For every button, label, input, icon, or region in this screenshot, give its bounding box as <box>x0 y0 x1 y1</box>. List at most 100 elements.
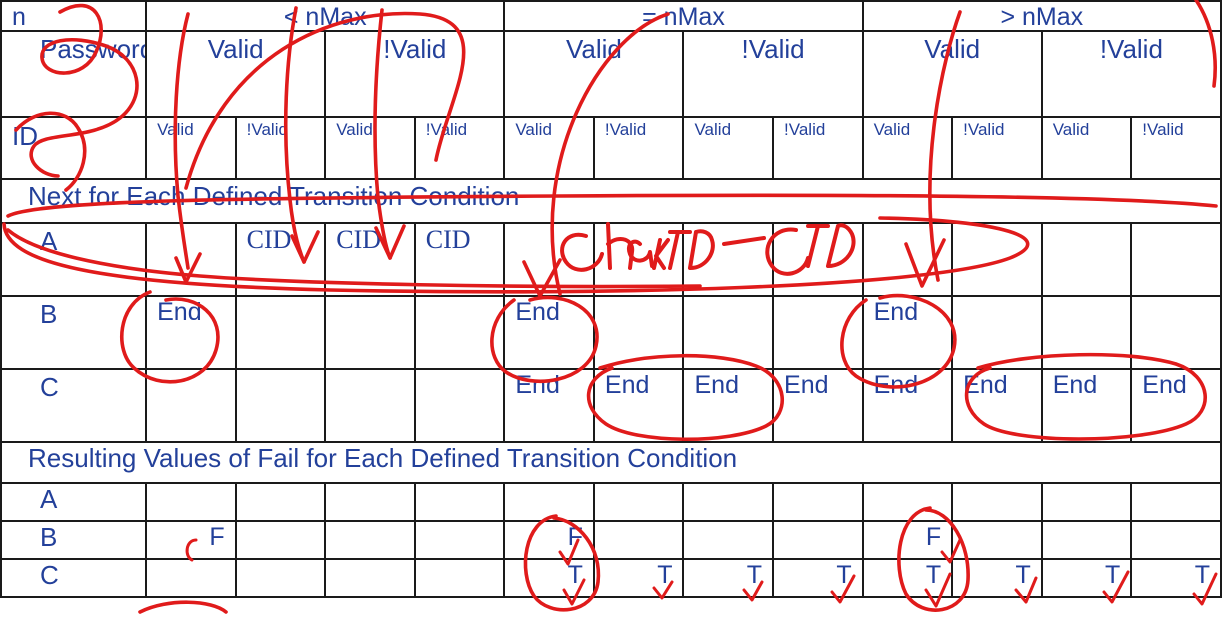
section2-title-cell: Resulting Values of Fail for Each Define… <box>0 441 1222 484</box>
s2-c-c1 <box>145 558 237 598</box>
table-row: A <box>0 482 1222 522</box>
s1-a-c5 <box>503 222 595 297</box>
id-col-4: !Valid <box>413 116 506 180</box>
pw-group-6: !Valid <box>1040 30 1222 118</box>
s2-a-c2 <box>234 482 327 522</box>
table-row: C End End End End End End End End <box>0 368 1222 443</box>
s2-a-c9 <box>861 482 954 522</box>
s1-a-c3: CID <box>324 222 416 297</box>
s2-b-c5: F <box>503 520 595 560</box>
s2-b-c12 <box>1130 520 1222 560</box>
s1-b-c12 <box>1130 295 1222 370</box>
id-col-5: Valid <box>503 116 595 180</box>
row-label-b-fail: B <box>0 520 148 560</box>
id-col-7: Valid <box>682 116 775 180</box>
s1-a-c4: CID <box>413 222 506 297</box>
s1-a-c10 <box>951 222 1043 297</box>
s1-c-c5: End <box>503 368 595 443</box>
id-col-3: Valid <box>324 116 416 180</box>
table-row: B End End End <box>0 295 1222 370</box>
s1-b-c6 <box>592 295 685 370</box>
row-label-a-next: A <box>0 222 148 297</box>
s2-c-c6: T <box>592 558 685 598</box>
s1-c-c3 <box>324 368 416 443</box>
s1-b-c10 <box>951 295 1043 370</box>
s2-b-c2 <box>234 520 327 560</box>
s2-c-c4 <box>413 558 506 598</box>
s2-b-c10 <box>951 520 1043 560</box>
s2-c-c5: T <box>503 558 595 598</box>
id-col-6: !Valid <box>592 116 685 180</box>
table-row: A CID CID CID <box>0 222 1222 297</box>
s1-a-c7 <box>682 222 775 297</box>
s2-c-c7: T <box>682 558 775 598</box>
row-label-c-next: C <box>0 368 148 443</box>
table-row: C T T T T T T T T <box>0 558 1222 598</box>
s2-a-c3 <box>324 482 416 522</box>
s1-c-c1 <box>145 368 237 443</box>
s1-c-c4 <box>413 368 506 443</box>
s2-b-c3 <box>324 520 416 560</box>
s1-c-c6: End <box>592 368 685 443</box>
s1-a-c11 <box>1040 222 1133 297</box>
s2-b-c6 <box>592 520 685 560</box>
header-row-password: Password Valid !Valid Valid !Valid Valid <box>0 30 1222 118</box>
s1-b-c8 <box>772 295 864 370</box>
s2-c-c2 <box>234 558 327 598</box>
id-col-11: Valid <box>1040 116 1133 180</box>
s1-c-c9: End <box>861 368 954 443</box>
s2-a-c11 <box>1040 482 1133 522</box>
s1-a-c2: CID <box>234 222 327 297</box>
pw-group-5: Valid <box>861 30 1043 118</box>
s2-a-c12 <box>1130 482 1222 522</box>
id-col-9: Valid <box>861 116 954 180</box>
s2-c-c3 <box>324 558 416 598</box>
s1-b-c1: End <box>145 295 237 370</box>
row-label-a-fail: A <box>0 482 148 522</box>
s2-b-c9: F <box>861 520 954 560</box>
s1-b-c2 <box>234 295 327 370</box>
section1-title-cell: Next for Each Defined Transition Conditi… <box>0 178 1222 224</box>
s1-b-c9: End <box>861 295 954 370</box>
id-col-12: !Valid <box>1130 116 1222 180</box>
s2-b-c7 <box>682 520 775 560</box>
s2-a-c5 <box>503 482 595 522</box>
header-row-n: n < nMax = nMax > nMax <box>0 0 1222 32</box>
header-label-id: ID <box>0 116 148 180</box>
pw-group-1: Valid <box>145 30 327 118</box>
group-gt-nmax: > nMax <box>861 0 1222 32</box>
id-col-10: !Valid <box>951 116 1043 180</box>
pw-group-4: !Valid <box>682 30 864 118</box>
s1-c-c8: End <box>772 368 864 443</box>
s2-a-c7 <box>682 482 775 522</box>
s2-c-c9: T <box>861 558 954 598</box>
s2-a-c10 <box>951 482 1043 522</box>
header-row-id: ID Valid !Valid Valid !Valid Valid !Vali… <box>0 116 1222 180</box>
id-col-2: !Valid <box>234 116 327 180</box>
s2-a-c1 <box>145 482 237 522</box>
s1-b-c3 <box>324 295 416 370</box>
s1-c-c10: End <box>951 368 1043 443</box>
group-eq-nmax: = nMax <box>503 0 864 32</box>
s2-a-c8 <box>772 482 864 522</box>
s2-a-c4 <box>413 482 506 522</box>
s2-b-c11 <box>1040 520 1133 560</box>
s2-b-c4 <box>413 520 506 560</box>
s1-c-c12: End <box>1130 368 1222 443</box>
s1-c-c7: End <box>682 368 775 443</box>
truth-table-sheet: n < nMax = nMax > nMax Password Valid !V… <box>0 0 1222 618</box>
s1-b-c11 <box>1040 295 1133 370</box>
section-title-row-next: Next for Each Defined Transition Conditi… <box>0 178 1222 224</box>
s2-c-c8: T <box>772 558 864 598</box>
s2-c-c12: T <box>1130 558 1222 598</box>
s1-b-c4 <box>413 295 506 370</box>
s1-c-c2 <box>234 368 327 443</box>
s1-b-c7 <box>682 295 775 370</box>
stray-mark-bottom-left <box>138 600 228 614</box>
s1-a-c6 <box>592 222 685 297</box>
s2-a-c6 <box>592 482 685 522</box>
pw-group-2: !Valid <box>324 30 506 118</box>
table-row: B F F F <box>0 520 1222 560</box>
section-title-row-fail: Resulting Values of Fail for Each Define… <box>0 441 1222 484</box>
id-col-8: !Valid <box>772 116 864 180</box>
